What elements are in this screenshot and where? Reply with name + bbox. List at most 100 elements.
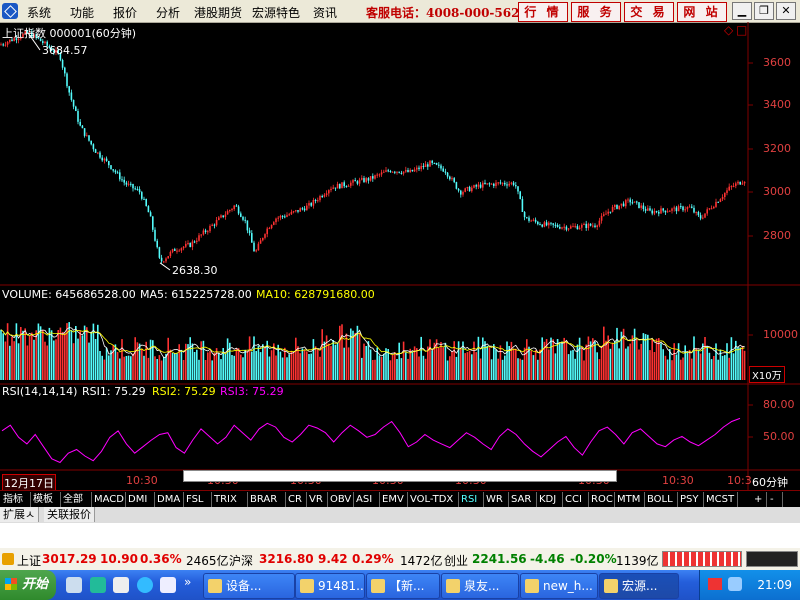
tab-extension[interactable]: 扩展ㅅ bbox=[0, 507, 40, 522]
panel-window-icon[interactable]: □ bbox=[736, 23, 747, 37]
restore-icon[interactable]: ❐ bbox=[754, 2, 774, 20]
expand-icon[interactable]: » bbox=[184, 575, 191, 589]
chart-area[interactable]: 上证指数 000001(60分钟) ◇ □ 3684.57 2638.30 36… bbox=[0, 22, 800, 492]
volume-bar bbox=[226, 338, 229, 380]
tab-trix[interactable]: TRIX bbox=[212, 492, 248, 507]
tab-wr[interactable]: WR bbox=[484, 492, 509, 507]
tab-sar[interactable]: SAR bbox=[509, 492, 537, 507]
tab-brar[interactable]: BRAR bbox=[248, 492, 286, 507]
task-hongyuan[interactable]: 宏源... bbox=[599, 573, 679, 599]
volume-bar bbox=[411, 351, 414, 380]
candle-body bbox=[328, 190, 330, 194]
volume-bar bbox=[314, 346, 317, 380]
task-new-h[interactable]: new_h... bbox=[520, 573, 598, 599]
tab-psy[interactable]: PSY bbox=[678, 492, 704, 507]
volume-bar bbox=[486, 345, 488, 380]
tab-mcst[interactable]: MCST bbox=[704, 492, 738, 507]
close-icon[interactable]: ✕ bbox=[776, 2, 796, 20]
start-button[interactable]: 开始 bbox=[0, 570, 56, 600]
menu-hk-futures[interactable]: 港股期货 bbox=[194, 4, 242, 21]
task-device[interactable]: 设备... bbox=[203, 573, 295, 599]
volume-bar bbox=[279, 351, 282, 380]
candle-body bbox=[290, 211, 293, 215]
task-91481[interactable]: 91481... bbox=[295, 573, 365, 599]
menu-system[interactable]: 系统 bbox=[27, 4, 51, 21]
menu-quotes[interactable]: 报价 bbox=[113, 4, 137, 21]
period-label[interactable]: 60分钟 bbox=[752, 474, 788, 490]
candle-body bbox=[297, 210, 299, 212]
volume-bar bbox=[653, 352, 656, 380]
tab-related-quotes[interactable]: 关联报价 bbox=[44, 507, 95, 522]
minimize-icon[interactable]: ▁ bbox=[732, 2, 752, 20]
candle-body bbox=[556, 225, 559, 227]
security-icon[interactable] bbox=[728, 577, 742, 591]
show-desktop-icon[interactable] bbox=[113, 577, 129, 593]
candle-body bbox=[477, 184, 480, 187]
candle-body bbox=[457, 188, 460, 191]
task-new[interactable]: 【新... bbox=[366, 573, 440, 599]
candle-body bbox=[420, 166, 422, 170]
ie-icon[interactable] bbox=[137, 577, 153, 593]
tab-boll[interactable]: BOLL bbox=[645, 492, 678, 507]
tab-obv[interactable]: OBV bbox=[328, 492, 354, 507]
menu-hongyuan[interactable]: 宏源特色 bbox=[252, 4, 300, 21]
tab-kdj[interactable]: KDJ bbox=[537, 492, 563, 507]
task-quanyou[interactable]: 泉友... bbox=[441, 573, 519, 599]
candle-body bbox=[312, 200, 315, 206]
tab-fsl[interactable]: FSL bbox=[184, 492, 212, 507]
tab-cr[interactable]: CR bbox=[286, 492, 307, 507]
remove-tab-button[interactable]: - bbox=[768, 492, 783, 507]
tab-mtm[interactable]: MTM bbox=[615, 492, 645, 507]
tab-模板[interactable]: 模板 bbox=[31, 492, 61, 507]
market-button[interactable]: 行 情 bbox=[518, 2, 568, 22]
candle-body bbox=[88, 135, 90, 141]
tab-vol-tdx[interactable]: VOL-TDX bbox=[408, 492, 459, 507]
website-button[interactable]: 网 站 bbox=[677, 2, 727, 22]
tab-指标[interactable]: 指标 bbox=[1, 492, 31, 507]
tab-全部[interactable]: 全部 bbox=[61, 492, 92, 507]
service-button[interactable]: 服 务 bbox=[571, 2, 621, 22]
diamond-icon[interactable]: ◇ bbox=[724, 23, 733, 37]
candle-body bbox=[176, 250, 178, 252]
tab-dma[interactable]: DMA bbox=[155, 492, 184, 507]
quicklaunch-icon[interactable] bbox=[90, 577, 106, 593]
volume-bar bbox=[248, 336, 251, 380]
add-tab-button[interactable]: + bbox=[752, 492, 767, 507]
candle-body bbox=[385, 170, 387, 172]
chart-canvas[interactable] bbox=[0, 22, 800, 490]
candle-body bbox=[116, 172, 119, 174]
index-ticker[interactable]: 上证 3017.29 10.90 0.36% 2465亿 沪深 3216.80 … bbox=[0, 548, 800, 570]
volume-bar bbox=[286, 357, 288, 380]
app-logo-icon[interactable] bbox=[2, 3, 18, 19]
cy-name: 创业 bbox=[444, 554, 469, 568]
tab-emv[interactable]: EMV bbox=[380, 492, 408, 507]
tab-roc[interactable]: ROC bbox=[589, 492, 615, 507]
trade-button[interactable]: 交 易 bbox=[624, 2, 674, 22]
volume-bar bbox=[519, 358, 521, 380]
quicklaunch-icon[interactable] bbox=[66, 577, 82, 593]
candle-body bbox=[497, 182, 499, 184]
candle-body bbox=[114, 170, 117, 173]
candle-body bbox=[504, 182, 506, 185]
volume-bar bbox=[11, 336, 13, 380]
tab-macd[interactable]: MACD bbox=[92, 492, 126, 507]
candle-body bbox=[411, 169, 414, 172]
volume-bar bbox=[528, 346, 530, 380]
ticker-scroll-control[interactable] bbox=[746, 551, 798, 567]
candle-body bbox=[130, 183, 132, 185]
menu-analysis[interactable]: 分析 bbox=[156, 4, 180, 21]
volume-bar bbox=[658, 338, 660, 380]
volume-bar bbox=[17, 343, 20, 380]
quicklaunch-icon[interactable] bbox=[160, 577, 176, 593]
tab-vr[interactable]: VR bbox=[307, 492, 328, 507]
tab-asi[interactable]: ASI bbox=[354, 492, 380, 507]
candle-body bbox=[655, 211, 658, 213]
volume-bar bbox=[578, 337, 581, 380]
menu-function[interactable]: 功能 bbox=[70, 4, 94, 21]
tab-rsi[interactable]: RSI bbox=[459, 492, 484, 507]
menu-news[interactable]: 资讯 bbox=[313, 4, 337, 21]
tab-dmi[interactable]: DMI bbox=[126, 492, 155, 507]
tab-cci[interactable]: CCI bbox=[563, 492, 589, 507]
input-method-icon[interactable] bbox=[708, 578, 722, 590]
volume-bar bbox=[398, 342, 400, 380]
